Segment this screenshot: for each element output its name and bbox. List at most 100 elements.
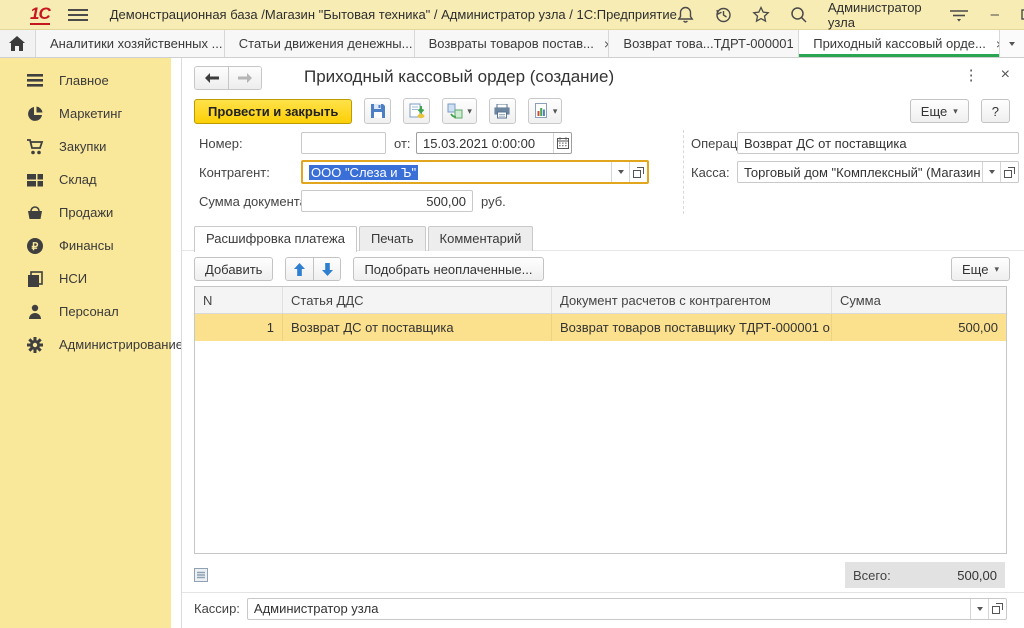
sidebar-item-administrirovanie[interactable]: Администрирование [0, 328, 171, 361]
sidebar-item-glavnoe[interactable]: Главное [0, 64, 171, 97]
forward-button[interactable] [228, 67, 261, 89]
tabs-overflow-button[interactable] [1000, 30, 1024, 57]
sidebar-item-label: Закупки [59, 139, 106, 154]
counterparty-open-button[interactable] [629, 162, 647, 182]
calendar-button[interactable] [553, 133, 571, 153]
reports-button[interactable]: ▾ [528, 98, 563, 124]
create-based-on-icon [447, 103, 463, 119]
add-row-button[interactable]: Добавить [194, 257, 273, 281]
date-label: от: [394, 136, 411, 151]
arrow-down-icon [322, 263, 333, 276]
post-document-icon [409, 103, 425, 119]
cell-document[interactable]: Возврат товаров поставщику ТДРТ-000001 о… [552, 314, 832, 341]
form-more-button[interactable]: ⋮ [964, 66, 979, 84]
cashbox-dropdown-button[interactable] [982, 162, 1000, 182]
sidebar-item-nsi[interactable]: НСИ [0, 262, 171, 295]
minimize-button[interactable]: – [988, 6, 1001, 23]
home-icon [9, 36, 25, 51]
cashier-dropdown-button[interactable] [970, 599, 988, 619]
table-more-button[interactable]: Еще▾ [951, 257, 1010, 281]
detail-tabs: Расшифровка платежа Печать Комментарий [194, 226, 1024, 251]
col-document[interactable]: Документ расчетов с контрагентом [552, 287, 832, 313]
counterparty-dropdown-button[interactable] [611, 162, 629, 182]
history-clock-icon [714, 6, 732, 24]
tab-label: Статьи движения денежны... [239, 36, 413, 51]
cashier-value: Администратор узла [254, 601, 970, 616]
chevron-down-icon: ▾ [467, 106, 472, 117]
create-based-on-button[interactable]: ▾ [442, 98, 477, 124]
counterparty-input[interactable]: ООО "Слеза и Ъ" [301, 160, 649, 184]
sidebar-item-marketing[interactable]: Маркетинг [0, 97, 171, 130]
toolbar-more-button[interactable]: Еще▾ [910, 99, 969, 123]
search-button[interactable] [790, 6, 808, 24]
sidebar-item-finansy[interactable]: ₽ Финансы [0, 229, 171, 262]
amount-input[interactable]: 500,00 [301, 190, 473, 212]
table-row[interactable]: 1 Возврат ДС от поставщика Возврат товар… [195, 314, 1006, 341]
post-document-button[interactable] [403, 98, 430, 124]
sidebar-item-sklad[interactable]: Склад [0, 163, 171, 196]
ruble-circle-icon: ₽ [26, 237, 44, 255]
operation-input[interactable]: Возврат ДС от поставщика [737, 132, 1019, 154]
pick-unpaid-button[interactable]: Подобрать неоплаченные... [353, 257, 543, 281]
tab-payment-details[interactable]: Расшифровка платежа [194, 226, 357, 252]
tab-supplier-returns[interactable]: Возвраты товаров постав... × [415, 30, 610, 57]
cashbox-open-button[interactable] [1000, 162, 1018, 182]
col-n[interactable]: N [195, 287, 283, 313]
home-tab[interactable] [0, 30, 36, 57]
gear-icon [26, 336, 44, 354]
sidebar-item-zakupki[interactable]: Закупки [0, 130, 171, 163]
tab-analytics[interactable]: Аналитики хозяйственных ... × [36, 30, 225, 57]
favorites-button[interactable] [752, 6, 770, 23]
col-article[interactable]: Статья ДДС [283, 287, 552, 313]
col-sum[interactable]: Сумма [832, 287, 1006, 313]
history-button[interactable] [714, 6, 732, 24]
settings-button[interactable] [950, 8, 968, 22]
cashbox-input[interactable]: Торговый дом "Комплексный" (Магазин "Пр [737, 161, 1019, 183]
cell-article[interactable]: Возврат ДС от поставщика [283, 314, 552, 341]
cell-sum[interactable]: 500,00 [832, 314, 1006, 341]
current-user[interactable]: Администратор узла [828, 0, 930, 30]
sidebar-item-label: Склад [59, 172, 97, 187]
form-fields: Номер: от: 15.03.2021 0:00:00 Операция: … [182, 128, 1024, 218]
open-link-icon [992, 603, 1003, 614]
help-button[interactable]: ? [981, 99, 1010, 123]
sidebar-item-prodazhi[interactable]: Продажи [0, 196, 171, 229]
tab-print[interactable]: Печать [359, 226, 426, 251]
cashier-input[interactable]: Администратор узла [247, 598, 1007, 620]
basket-icon [26, 204, 44, 222]
tab-cashflow-items[interactable]: Статьи движения денежны... × [225, 30, 415, 57]
arrow-up-icon [294, 263, 305, 276]
post-and-close-button[interactable]: Провести и закрыть [194, 99, 352, 124]
open-link-icon [1004, 167, 1015, 178]
back-button[interactable] [195, 67, 228, 89]
tab-comment[interactable]: Комментарий [428, 226, 534, 251]
sidebar-item-label: Маркетинг [59, 106, 122, 121]
tab-cash-receipt-order[interactable]: Приходный кассовый орде... × [799, 30, 1000, 57]
totals-row: Всего: 500,00 [182, 560, 1024, 590]
tab-return-tdrt[interactable]: Возврат това...ТДРТ-000001 × [609, 30, 799, 57]
move-down-button[interactable] [313, 258, 340, 280]
payment-details-table[interactable]: N Статья ДДС Документ расчетов с контраг… [194, 286, 1007, 554]
amount-label: Сумма документа: [199, 194, 310, 209]
tab-close-icon[interactable]: × [996, 37, 1000, 51]
list-settings-icon[interactable] [194, 568, 208, 582]
form-close-button[interactable]: × [1001, 66, 1010, 84]
chevron-down-icon: ▾ [553, 106, 558, 117]
page-title: Приходный кассовый ордер (создание) [304, 67, 614, 87]
date-input[interactable]: 15.03.2021 0:00:00 [416, 132, 572, 154]
open-link-icon [633, 167, 644, 178]
number-input[interactable] [301, 132, 386, 154]
notifications-button[interactable] [677, 6, 694, 23]
cashier-open-button[interactable] [988, 599, 1006, 619]
print-button[interactable] [489, 98, 516, 124]
chevron-down-icon: ▾ [994, 264, 999, 275]
printer-icon [494, 104, 510, 119]
save-button[interactable] [364, 98, 391, 124]
tab-label: Приходный кассовый орде... [813, 36, 986, 51]
chevron-down-icon [1009, 42, 1015, 46]
move-up-button[interactable] [286, 258, 313, 280]
cell-n[interactable]: 1 [195, 314, 283, 341]
svg-text:₽: ₽ [32, 241, 39, 253]
main-menu-button[interactable] [68, 8, 88, 22]
sidebar-item-personal[interactable]: Персонал [0, 295, 171, 328]
